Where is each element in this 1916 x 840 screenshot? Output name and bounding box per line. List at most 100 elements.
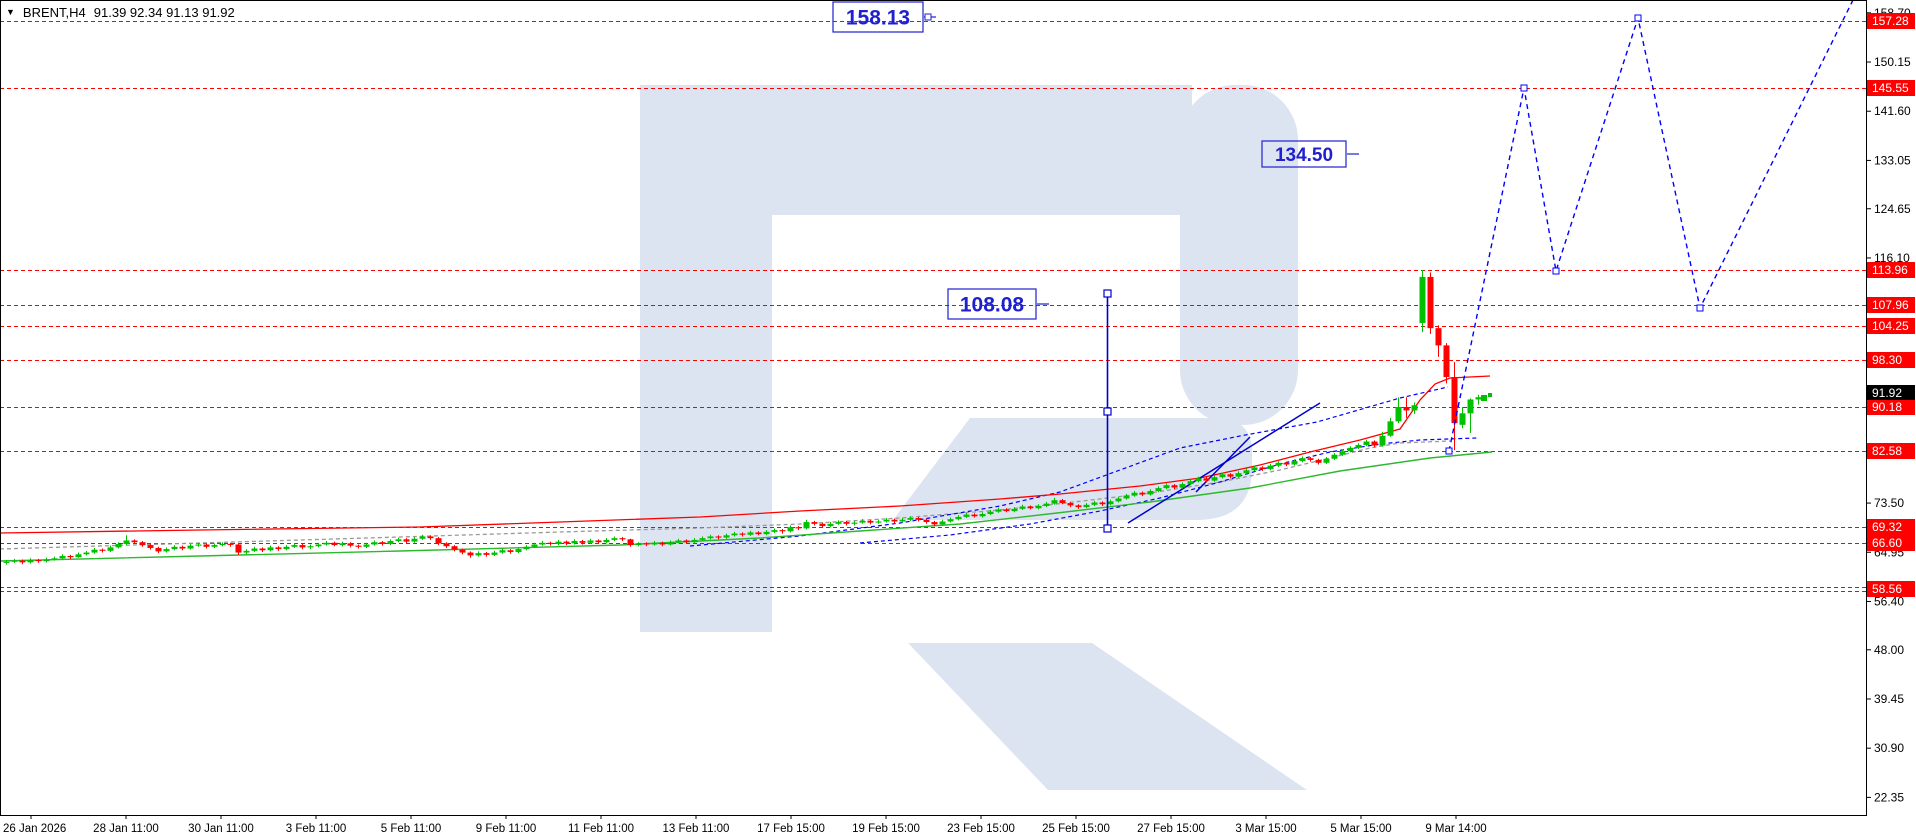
candle-body bbox=[1356, 445, 1362, 448]
price-level-badge-text: 113.96 bbox=[1872, 263, 1908, 277]
candle-body bbox=[396, 539, 402, 541]
candle-body bbox=[132, 540, 138, 542]
candle-body bbox=[636, 543, 642, 545]
price-level-badge-104.25: 104.25 bbox=[1867, 318, 1915, 334]
candle-body bbox=[900, 520, 906, 522]
candle-body bbox=[196, 544, 202, 545]
candle-body bbox=[492, 553, 498, 555]
candle-body bbox=[988, 512, 994, 514]
candle-body bbox=[564, 542, 570, 544]
buy-marker-dot-2 bbox=[1488, 393, 1492, 397]
candle-body bbox=[804, 522, 810, 528]
time-tick-label: 9 Feb 11:00 bbox=[476, 823, 537, 835]
price-tick-label: 133.05 bbox=[1874, 153, 1911, 167]
current-price-badge: 91.92 bbox=[1867, 385, 1915, 400]
candle bbox=[1420, 270, 1426, 332]
price-level-badge-82.58: 82.58 bbox=[1867, 443, 1915, 459]
candle bbox=[564, 540, 570, 545]
candle-body bbox=[540, 543, 546, 545]
candle-body bbox=[740, 534, 746, 535]
candle-body bbox=[1284, 463, 1290, 465]
candle-body bbox=[1124, 496, 1130, 499]
price-level-badge-text: 145.55 bbox=[1872, 81, 1909, 95]
price-annotation-108.08[interactable]: 108.08 bbox=[948, 289, 1049, 319]
buy-marker-dot-1 bbox=[1481, 395, 1487, 401]
candle bbox=[292, 543, 298, 548]
symbol-dropdown-arrow-icon[interactable]: ▼ bbox=[6, 6, 15, 19]
time-tick-label: 5 Mar 15:00 bbox=[1330, 823, 1391, 835]
candle-body bbox=[1220, 474, 1226, 477]
candle-body bbox=[852, 523, 858, 524]
chart-canvas[interactable]: 158.13134.50108.08158.70150.15141.60133.… bbox=[0, 0, 1916, 840]
candle-body bbox=[876, 521, 882, 522]
candle bbox=[340, 542, 346, 547]
price-annotation-158.13[interactable]: 158.13 bbox=[833, 2, 936, 32]
candle-body bbox=[156, 548, 162, 551]
zigzag-handle-2[interactable] bbox=[1521, 85, 1527, 91]
candle bbox=[500, 549, 506, 554]
candle bbox=[1292, 459, 1298, 465]
vertical-line-handle-3[interactable] bbox=[1104, 525, 1111, 532]
candle bbox=[372, 540, 378, 545]
candle-body bbox=[596, 540, 602, 542]
annotation-handle[interactable] bbox=[925, 14, 931, 20]
candle-body bbox=[812, 522, 818, 524]
candle-body bbox=[12, 561, 18, 562]
candle-body bbox=[28, 560, 34, 562]
time-tick-label: 3 Mar 15:00 bbox=[1235, 823, 1296, 835]
candle-body bbox=[1244, 470, 1250, 473]
candle-body bbox=[1156, 488, 1162, 491]
candle-body bbox=[484, 553, 490, 555]
candle-body bbox=[180, 547, 186, 549]
candle bbox=[212, 543, 218, 548]
candle-body bbox=[756, 532, 762, 534]
candle-body bbox=[220, 544, 226, 545]
zigzag-handle-4[interactable] bbox=[1635, 15, 1641, 21]
zigzag-handle-3[interactable] bbox=[1553, 268, 1559, 274]
candle bbox=[628, 539, 634, 547]
candle-body bbox=[212, 545, 218, 547]
candle bbox=[876, 520, 882, 524]
candle bbox=[1276, 461, 1282, 467]
candle-body bbox=[1108, 501, 1114, 504]
candle bbox=[68, 555, 74, 559]
candle-body bbox=[700, 538, 706, 540]
candle bbox=[852, 521, 858, 526]
candle bbox=[612, 536, 618, 541]
candle bbox=[84, 551, 90, 556]
candle-body bbox=[436, 538, 442, 543]
candle bbox=[620, 537, 626, 541]
candle-body bbox=[1372, 442, 1378, 446]
price-tick-label: 141.60 bbox=[1874, 104, 1911, 118]
symbol-period-label: BRENT,H4 bbox=[23, 5, 86, 20]
zigzag-handle-1[interactable] bbox=[1446, 448, 1452, 454]
plot-area[interactable]: 158.13 134.50 108.08 bbox=[0, 0, 1866, 790]
time-tick-label: 5 Feb 11:00 bbox=[381, 823, 442, 835]
candle-body bbox=[1444, 345, 1450, 377]
price-annotation-134.50[interactable]: 134.50 bbox=[1262, 141, 1359, 167]
candle bbox=[1476, 395, 1482, 405]
candle bbox=[308, 544, 314, 549]
projection-zigzag-line[interactable] bbox=[1449, 0, 1856, 451]
candle-body bbox=[372, 542, 378, 544]
candle-body bbox=[676, 540, 682, 542]
time-tick-label: 11 Feb 11:00 bbox=[568, 823, 634, 835]
candle-body bbox=[604, 540, 610, 542]
price-tick-label: 48.00 bbox=[1874, 643, 1904, 657]
time-axis[interactable]: 26 Jan 202628 Jan 11:0030 Jan 11:003 Feb… bbox=[3, 815, 1487, 835]
vertical-line-handle-2[interactable] bbox=[1104, 408, 1111, 415]
candle bbox=[1428, 272, 1434, 334]
candle-body bbox=[828, 524, 834, 526]
candle-body bbox=[588, 540, 594, 542]
candle-body bbox=[716, 536, 722, 537]
time-tick-label: 26 Jan 2026 bbox=[3, 823, 66, 835]
candle bbox=[548, 542, 554, 546]
candle-body bbox=[572, 541, 578, 543]
candle-body bbox=[124, 540, 130, 543]
candle bbox=[796, 526, 802, 530]
candle-body bbox=[4, 562, 10, 563]
vertical-line-handle-1[interactable] bbox=[1104, 290, 1111, 297]
candle bbox=[164, 547, 170, 552]
zigzag-handle-5[interactable] bbox=[1697, 305, 1703, 311]
price-level-badge-98.3: 98.30 bbox=[1867, 352, 1915, 368]
